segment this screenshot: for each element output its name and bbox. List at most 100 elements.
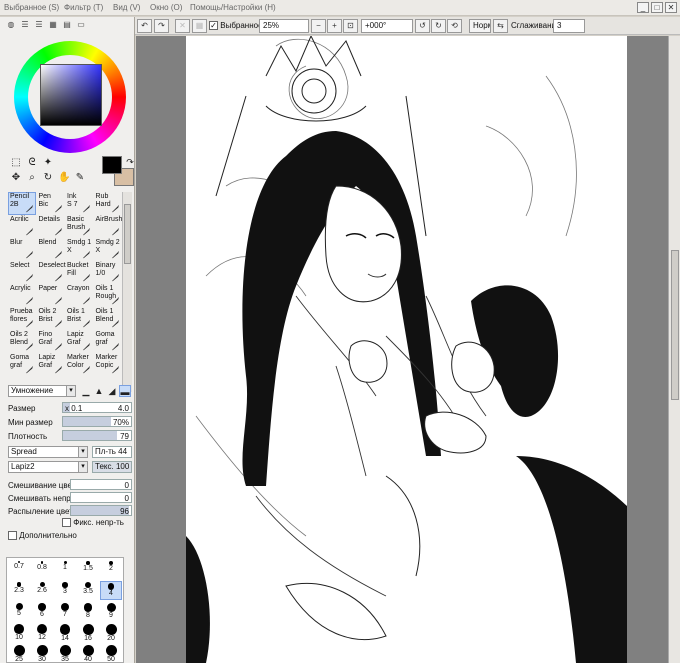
rotate-reset-icon[interactable]: ⟲ — [447, 19, 462, 33]
color-spread-slider[interactable]: 96 — [70, 505, 132, 516]
brush-shape-hard-icon[interactable]: ▬ — [119, 385, 131, 397]
brush-shape-flat-icon[interactable]: ▁ — [80, 385, 92, 397]
lasso-icon[interactable]: ᘓ — [26, 157, 38, 169]
brush-size-option[interactable]: 2.3 — [8, 581, 30, 600]
brush-tool[interactable]: AirBrush — [94, 215, 122, 238]
selection-checkbox[interactable]: ✓ — [209, 21, 218, 31]
brush-size-option[interactable]: 5 — [8, 602, 30, 621]
palette-tab-icon[interactable]: ▦ — [48, 20, 58, 30]
brush-shape-soft-icon[interactable]: ▲ — [93, 385, 105, 397]
flip-horizontal-icon[interactable]: ⇆ — [493, 19, 508, 33]
brush-tool[interactable]: Smdg 2 X — [94, 238, 122, 261]
zoom-select[interactable]: 25% — [259, 19, 309, 33]
brush-tool[interactable]: Oils 1 Blend — [94, 307, 122, 330]
brush-tool[interactable]: Goma graf — [8, 353, 36, 376]
brush-tool[interactable]: Marker Copic — [94, 353, 122, 376]
scrollbar-thumb[interactable] — [671, 250, 679, 400]
minimize-button[interactable]: _ — [637, 2, 649, 13]
brush-tool[interactable]: Oils 1 Rough — [94, 284, 122, 307]
density-slider[interactable]: 79 — [62, 430, 132, 441]
brush-size-option[interactable]: 25 — [8, 644, 30, 663]
brush-size-option[interactable]: 2 — [100, 560, 122, 579]
brush-size-option[interactable]: 0.8 — [31, 560, 53, 579]
brush-size-option[interactable]: 9 — [100, 602, 122, 621]
scratchpad-tab-icon[interactable]: ▭ — [76, 20, 86, 30]
invert-selection-icon[interactable]: ▦ — [192, 19, 207, 33]
brush-tool[interactable]: Acrilic — [8, 215, 36, 238]
brush-tool[interactable]: Oils 2 Brist — [37, 307, 65, 330]
brush-size-option[interactable]: 16 — [77, 623, 99, 642]
brush-tool[interactable]: Basic Brush — [65, 215, 93, 238]
hsv-slider-tab-icon[interactable]: ☰ — [34, 20, 44, 30]
close-button[interactable]: ✕ — [665, 2, 677, 13]
texture-select[interactable]: Lapiz2 ▾ — [8, 461, 88, 473]
hand-icon[interactable]: ✋ — [58, 172, 70, 184]
color-mix-slider[interactable]: 0 — [70, 479, 132, 490]
brush-tool[interactable]: Lapiz Graf — [65, 330, 93, 353]
brush-size-option[interactable]: 50 — [100, 644, 122, 663]
fix-opacity-checkbox[interactable] — [62, 518, 71, 528]
blend-mode-select[interactable]: Умножение ▾ — [8, 385, 76, 397]
brush-size-option[interactable]: 40 — [77, 644, 99, 663]
maximize-button[interactable]: □ — [651, 2, 663, 13]
brush-tool[interactable]: Pen Bic — [37, 192, 65, 215]
brush-size-option[interactable]: 2.6 — [31, 581, 53, 600]
canvas-vertical-scrollbar[interactable] — [668, 36, 680, 663]
smoothing-select[interactable]: 3 — [553, 19, 585, 33]
brush-tool[interactable]: Paper — [37, 284, 65, 307]
selection-toggle[interactable]: ✓ Выбранное — [209, 21, 263, 31]
brush-shape-select[interactable]: Spread ▾ — [8, 446, 88, 458]
brush-tool[interactable]: Prueba flores — [8, 307, 36, 330]
zoom-out-icon[interactable]: − — [311, 19, 326, 33]
advanced-checkbox[interactable] — [8, 531, 17, 541]
brush-tool[interactable]: Marker Color — [65, 353, 93, 376]
brush-tool[interactable]: Blend — [37, 238, 65, 261]
zoom-reset-icon[interactable]: ⊡ — [343, 19, 358, 33]
menu-help-settings[interactable]: Помощь/Настройки (H) — [190, 3, 276, 12]
brush-tool[interactable]: Rub Hard — [94, 192, 122, 215]
brush-tool[interactable]: Smdg 1 X — [65, 238, 93, 261]
brush-tool[interactable]: Lapiz Graf — [37, 353, 65, 376]
undo-icon[interactable]: ↶ — [137, 19, 152, 33]
saturation-value-square[interactable] — [40, 64, 102, 126]
rgb-slider-tab-icon[interactable]: ☰ — [20, 20, 30, 30]
rect-select-icon[interactable]: ⬚ — [10, 157, 22, 169]
zoom-in-icon[interactable]: + — [327, 19, 342, 33]
texture-strength-field[interactable]: Текс. 100 — [92, 461, 132, 473]
brush-size-option[interactable]: 1 — [54, 560, 76, 579]
color-wheel-tab-icon[interactable]: ◍ — [6, 20, 16, 30]
flip-mode-button[interactable]: Норм — [469, 19, 491, 33]
shape-strength-field[interactable]: Пл-ть 44 — [92, 446, 132, 458]
fix-opacity-toggle[interactable]: Фикс. непр-ть — [62, 518, 124, 528]
brush-tool[interactable]: Oils 2 Blend — [8, 330, 36, 353]
opacity-mix-slider[interactable]: 0 — [70, 492, 132, 503]
size-multiplier[interactable]: x 0.1 — [65, 404, 82, 413]
brush-grid-scrollbar[interactable] — [122, 192, 132, 392]
brush-size-option[interactable]: 30 — [31, 644, 53, 663]
brush-size-option[interactable]: 3.5 — [77, 581, 99, 600]
brush-tool[interactable]: Blur — [8, 238, 36, 261]
foreground-color-swatch[interactable] — [102, 156, 122, 174]
brush-tool[interactable]: Pencil 2B — [8, 192, 36, 215]
menu-view[interactable]: Вид (V) — [113, 3, 140, 12]
rotation-select[interactable]: +000° — [361, 19, 413, 33]
brush-tool[interactable]: Details — [37, 215, 65, 238]
rotate-left-icon[interactable]: ↺ — [415, 19, 430, 33]
menu-selection[interactable]: Выбранное (S) — [4, 3, 59, 12]
brush-tool[interactable]: Select — [8, 261, 36, 284]
brush-size-option[interactable]: 3 — [54, 581, 76, 600]
brush-tool[interactable]: Acrylic — [8, 284, 36, 307]
brush-tool[interactable]: Deselect — [37, 261, 66, 284]
rotate-icon[interactable]: ↻ — [42, 172, 54, 184]
advanced-toggle[interactable]: Дополнительно — [8, 531, 77, 541]
magic-wand-icon[interactable]: ✦ — [42, 157, 54, 169]
brush-size-option[interactable]: 12 — [31, 623, 53, 642]
min-size-slider[interactable]: 70% — [62, 416, 132, 427]
brush-size-option[interactable]: 0.7 — [8, 560, 30, 579]
brush-size-option[interactable]: 8 — [77, 602, 99, 621]
brush-tool[interactable]: Ink S 7 — [65, 192, 93, 215]
move-icon[interactable]: ✥ — [10, 172, 22, 184]
brush-size-option[interactable]: 14 — [54, 623, 76, 642]
brush-size-option[interactable]: 1.5 — [77, 560, 99, 579]
brush-shape-round-icon[interactable]: ◢ — [106, 385, 118, 397]
